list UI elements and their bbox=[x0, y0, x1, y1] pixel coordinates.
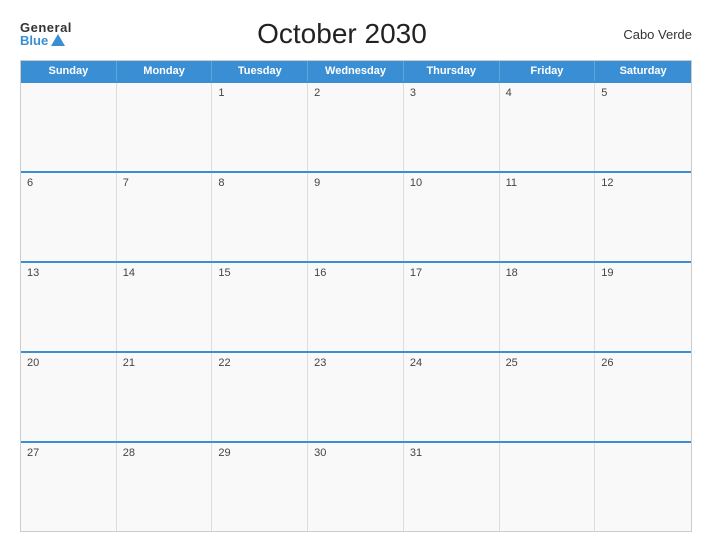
week-row-1: 1 2 3 4 5 bbox=[21, 81, 691, 171]
day-header-tuesday: Tuesday bbox=[212, 61, 308, 81]
day-number: 22 bbox=[218, 357, 230, 369]
day-number: 21 bbox=[123, 357, 135, 369]
day-cell: 2 bbox=[308, 83, 404, 171]
day-cell: 25 bbox=[500, 353, 596, 441]
day-cell bbox=[21, 83, 117, 171]
day-number: 16 bbox=[314, 267, 326, 279]
day-number: 28 bbox=[123, 447, 135, 459]
day-number: 6 bbox=[27, 177, 33, 189]
day-number: 24 bbox=[410, 357, 422, 369]
day-cell: 30 bbox=[308, 443, 404, 531]
day-cell: 22 bbox=[212, 353, 308, 441]
day-header-wednesday: Wednesday bbox=[308, 61, 404, 81]
day-cell: 17 bbox=[404, 263, 500, 351]
day-cell: 28 bbox=[117, 443, 213, 531]
day-number: 12 bbox=[601, 177, 613, 189]
day-cell bbox=[595, 443, 691, 531]
day-number: 19 bbox=[601, 267, 613, 279]
day-number: 20 bbox=[27, 357, 39, 369]
day-cell: 1 bbox=[212, 83, 308, 171]
day-number: 9 bbox=[314, 177, 320, 189]
day-cell: 27 bbox=[21, 443, 117, 531]
day-cell: 31 bbox=[404, 443, 500, 531]
day-number: 2 bbox=[314, 87, 320, 99]
day-number: 10 bbox=[410, 177, 422, 189]
day-number: 5 bbox=[601, 87, 607, 99]
day-number: 1 bbox=[218, 87, 224, 99]
day-cell: 11 bbox=[500, 173, 596, 261]
week-row-4: 20 21 22 23 24 25 26 bbox=[21, 351, 691, 441]
day-number: 31 bbox=[410, 447, 422, 459]
day-number: 26 bbox=[601, 357, 613, 369]
logo-triangle-icon bbox=[51, 34, 65, 46]
day-number: 4 bbox=[506, 87, 512, 99]
week-row-2: 6 7 8 9 10 11 12 bbox=[21, 171, 691, 261]
day-cell: 23 bbox=[308, 353, 404, 441]
day-cell: 18 bbox=[500, 263, 596, 351]
day-number: 23 bbox=[314, 357, 326, 369]
day-number: 14 bbox=[123, 267, 135, 279]
country-label: Cabo Verde bbox=[612, 27, 692, 42]
day-header-thursday: Thursday bbox=[404, 61, 500, 81]
day-header-saturday: Saturday bbox=[595, 61, 691, 81]
day-cell: 3 bbox=[404, 83, 500, 171]
weeks-container: 1234567891011121314151617181920212223242… bbox=[21, 81, 691, 531]
day-cell bbox=[500, 443, 596, 531]
day-cell: 15 bbox=[212, 263, 308, 351]
day-number: 30 bbox=[314, 447, 326, 459]
day-cell: 8 bbox=[212, 173, 308, 261]
week-row-5: 27 28 29 30 31 bbox=[21, 441, 691, 531]
day-cell: 14 bbox=[117, 263, 213, 351]
day-number: 18 bbox=[506, 267, 518, 279]
day-number: 13 bbox=[27, 267, 39, 279]
day-cell: 9 bbox=[308, 173, 404, 261]
day-cell: 21 bbox=[117, 353, 213, 441]
day-number: 29 bbox=[218, 447, 230, 459]
day-number: 17 bbox=[410, 267, 422, 279]
day-cell: 24 bbox=[404, 353, 500, 441]
day-header-monday: Monday bbox=[117, 61, 213, 81]
logo-blue-text: Blue bbox=[20, 34, 65, 47]
day-cell: 5 bbox=[595, 83, 691, 171]
day-cell: 10 bbox=[404, 173, 500, 261]
day-cell: 26 bbox=[595, 353, 691, 441]
day-cell: 13 bbox=[21, 263, 117, 351]
day-number: 3 bbox=[410, 87, 416, 99]
day-cell: 16 bbox=[308, 263, 404, 351]
day-cell bbox=[117, 83, 213, 171]
day-cell: 12 bbox=[595, 173, 691, 261]
day-number: 15 bbox=[218, 267, 230, 279]
day-cell: 7 bbox=[117, 173, 213, 261]
day-cell: 20 bbox=[21, 353, 117, 441]
day-header-friday: Friday bbox=[500, 61, 596, 81]
day-cell: 4 bbox=[500, 83, 596, 171]
day-number: 27 bbox=[27, 447, 39, 459]
day-cell: 19 bbox=[595, 263, 691, 351]
calendar: SundayMondayTuesdayWednesdayThursdayFrid… bbox=[20, 60, 692, 532]
day-cell: 29 bbox=[212, 443, 308, 531]
header: General Blue October 2030 Cabo Verde bbox=[20, 18, 692, 50]
day-header-sunday: Sunday bbox=[21, 61, 117, 81]
page: General Blue October 2030 Cabo Verde Sun… bbox=[0, 0, 712, 550]
day-number: 25 bbox=[506, 357, 518, 369]
logo: General Blue bbox=[20, 21, 72, 47]
calendar-title: October 2030 bbox=[72, 18, 612, 50]
day-number: 8 bbox=[218, 177, 224, 189]
day-headers: SundayMondayTuesdayWednesdayThursdayFrid… bbox=[21, 61, 691, 81]
week-row-3: 13 14 15 16 17 18 19 bbox=[21, 261, 691, 351]
day-number: 7 bbox=[123, 177, 129, 189]
day-cell: 6 bbox=[21, 173, 117, 261]
day-number: 11 bbox=[506, 177, 517, 189]
